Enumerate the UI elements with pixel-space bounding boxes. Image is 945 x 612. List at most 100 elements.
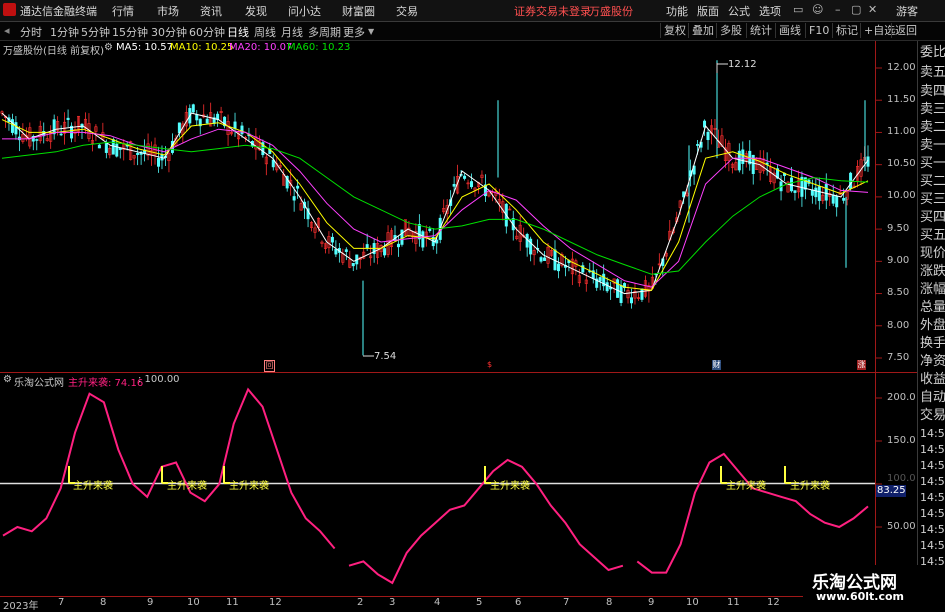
side-label: 买一 [920, 156, 945, 171]
candle-body [118, 147, 122, 150]
price-ticks [876, 67, 882, 359]
time-tick-label: 11 [727, 597, 740, 608]
side-label: 总量 [920, 300, 945, 315]
time-tick-label: 3 [389, 597, 396, 608]
candle-body [452, 184, 456, 187]
time-tick-label: 9 [648, 597, 655, 608]
signal-label: 主升来袭 [167, 481, 207, 492]
candle-body [10, 119, 14, 133]
candle-body [233, 121, 237, 129]
price-tick-label: 11.00 [887, 126, 916, 137]
side-label: 卖五 [920, 65, 945, 80]
candle-body [383, 248, 387, 256]
price-tick-label: 12.00 [887, 62, 916, 73]
trade-time: 14:56 [920, 539, 945, 552]
time-tick-label: 8 [100, 597, 107, 608]
indicator-tick-label: 100.0 [887, 473, 916, 484]
candle-body [630, 297, 634, 304]
time-tick-label: 2 [357, 597, 364, 608]
side-label: 买四 [920, 210, 945, 225]
candle-body [831, 194, 835, 204]
candle-body [334, 249, 338, 255]
time-tick-label: 10 [187, 597, 200, 608]
candle-body [330, 236, 334, 243]
candle-body [115, 143, 119, 157]
price-tick-label: 11.50 [887, 94, 916, 105]
trade-time: 14:56 [920, 427, 945, 440]
candles [0, 60, 870, 356]
indicator-segment [636, 452, 869, 574]
high-annotation [716, 63, 728, 73]
side-label: 涨跌 [920, 264, 945, 279]
side-label[interactable]: 交易 [920, 408, 945, 424]
time-tick-label: 4 [434, 597, 441, 608]
ma-lines [1, 112, 869, 295]
side-label: 卖三 [920, 102, 945, 117]
event-mark[interactable]: 回 [264, 360, 275, 372]
time-tick-label: 9 [147, 597, 154, 608]
candle-body [351, 262, 355, 267]
candle-body [640, 288, 644, 300]
indicator-info: ⚙ 乐淘公式网 主升来袭: 74.16 : 100.00 [0, 373, 875, 389]
candle-body [543, 257, 547, 261]
candle-body [136, 152, 140, 155]
side-label: 换手 [920, 336, 945, 351]
time-tick-label: 10 [686, 597, 699, 608]
candle-body [696, 144, 700, 146]
candle-body [14, 122, 18, 135]
side-label: 买二 [920, 174, 945, 189]
candle-body [191, 104, 195, 113]
signal-label: 主升来袭 [726, 481, 766, 492]
event-mark[interactable]: 涨 [857, 360, 866, 370]
candle-body [616, 279, 620, 298]
watermark-url: www.60lt.com [816, 590, 905, 603]
side-label: 外盘 [920, 318, 945, 333]
settings-icon[interactable]: ⚙ [3, 374, 12, 385]
trade-time: 14:56 [920, 443, 945, 456]
indicator-reference-value: : 100.00 [138, 374, 180, 385]
price-tick-label: 7.50 [887, 352, 910, 363]
trade-time: 14:56 [920, 523, 945, 536]
indicator-tick-label: 200.0 [887, 392, 916, 403]
candle-body [598, 277, 602, 282]
kline-chart[interactable] [0, 0, 945, 609]
indicator-tick-label: 50.00 [887, 521, 916, 532]
event-mark[interactable]: 财 [712, 360, 721, 370]
trade-time: 14:56 [920, 507, 945, 520]
candle-body [428, 228, 432, 231]
indicator-name[interactable]: 乐淘公式网 [14, 374, 64, 389]
candle-body [835, 195, 839, 208]
candle-body [824, 183, 828, 201]
side-label: 涨幅 [920, 282, 945, 297]
candle-body [35, 139, 39, 141]
side-label: 净资 [920, 354, 945, 369]
price-tick-label: 10.00 [887, 190, 916, 201]
candle-body [205, 118, 209, 124]
side-label: 卖一 [920, 138, 945, 153]
price-tick-label: 8.50 [887, 287, 910, 298]
candle-body [814, 187, 818, 198]
signal-label: 主升来袭 [790, 481, 830, 492]
candle-body [111, 139, 115, 155]
candle-body [605, 282, 609, 292]
signal-label: 主升来袭 [73, 481, 113, 492]
trade-time: 14:56 [920, 459, 945, 472]
signal-label: 主升来袭 [490, 481, 530, 492]
event-mark[interactable]: $ [485, 360, 494, 370]
side-label[interactable]: 自动 [920, 390, 945, 406]
candle-body [365, 244, 369, 249]
candle-body [296, 185, 300, 189]
candle-body [539, 257, 543, 262]
side-label: 卖二 [920, 120, 945, 135]
candle-body [470, 181, 474, 188]
time-tick-label: 7 [58, 597, 65, 608]
candle-body [741, 149, 745, 164]
indicator-tick-label: 150.0 [887, 435, 916, 446]
side-label: 委比 [920, 45, 945, 60]
candle-body [817, 186, 821, 201]
candle-body [463, 175, 467, 179]
indicator-segment [2, 387, 336, 550]
quote-side-panel: 委比 卖五 卖四 卖三 卖二 卖一 买一 买二 买三 买四 买五 现价 涨跌 涨… [917, 41, 945, 609]
time-tick-label: 2023年 [3, 601, 39, 612]
price-tick-label: 10.50 [887, 158, 916, 169]
